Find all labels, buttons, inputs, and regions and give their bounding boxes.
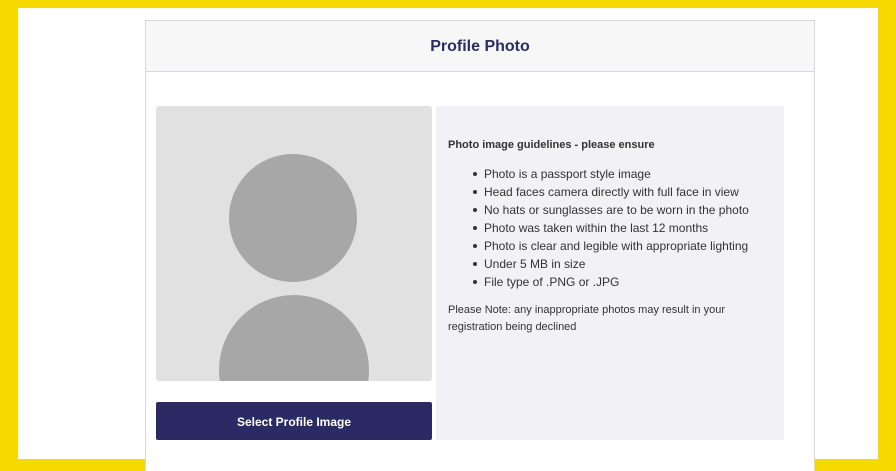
photo-guidelines-panel: Photo image guidelines - please ensure P… — [436, 106, 784, 440]
guideline-item: Head faces camera directly with full fac… — [473, 183, 770, 201]
guideline-item: Photo was taken within the last 12 month… — [473, 219, 770, 237]
guideline-item: Photo is clear and legible with appropri… — [473, 237, 770, 255]
card-header: Profile Photo — [146, 21, 814, 72]
profile-photo-card: Profile Photo Select Profile Image Photo… — [145, 20, 815, 471]
avatar-placeholder-body-icon — [219, 295, 369, 381]
select-profile-image-button[interactable]: Select Profile Image — [156, 402, 432, 440]
profile-photo-preview — [156, 106, 432, 381]
avatar-placeholder-head-icon — [229, 154, 357, 282]
guideline-item: Photo is a passport style image — [473, 165, 770, 183]
guidelines-heading: Photo image guidelines - please ensure — [448, 139, 655, 151]
guidelines-note: Please Note: any inappropriate photos ma… — [448, 304, 725, 333]
page-title: Profile Photo — [430, 38, 530, 55]
guidelines-list: Photo is a passport style image Head fac… — [448, 165, 770, 291]
page-content: Profile Photo Select Profile Image Photo… — [18, 8, 878, 471]
guideline-item: Under 5 MB in size — [473, 255, 770, 273]
guideline-item: No hats or sunglasses are to be worn in … — [473, 201, 770, 219]
guideline-item: File type of .PNG or .JPG — [473, 273, 770, 291]
